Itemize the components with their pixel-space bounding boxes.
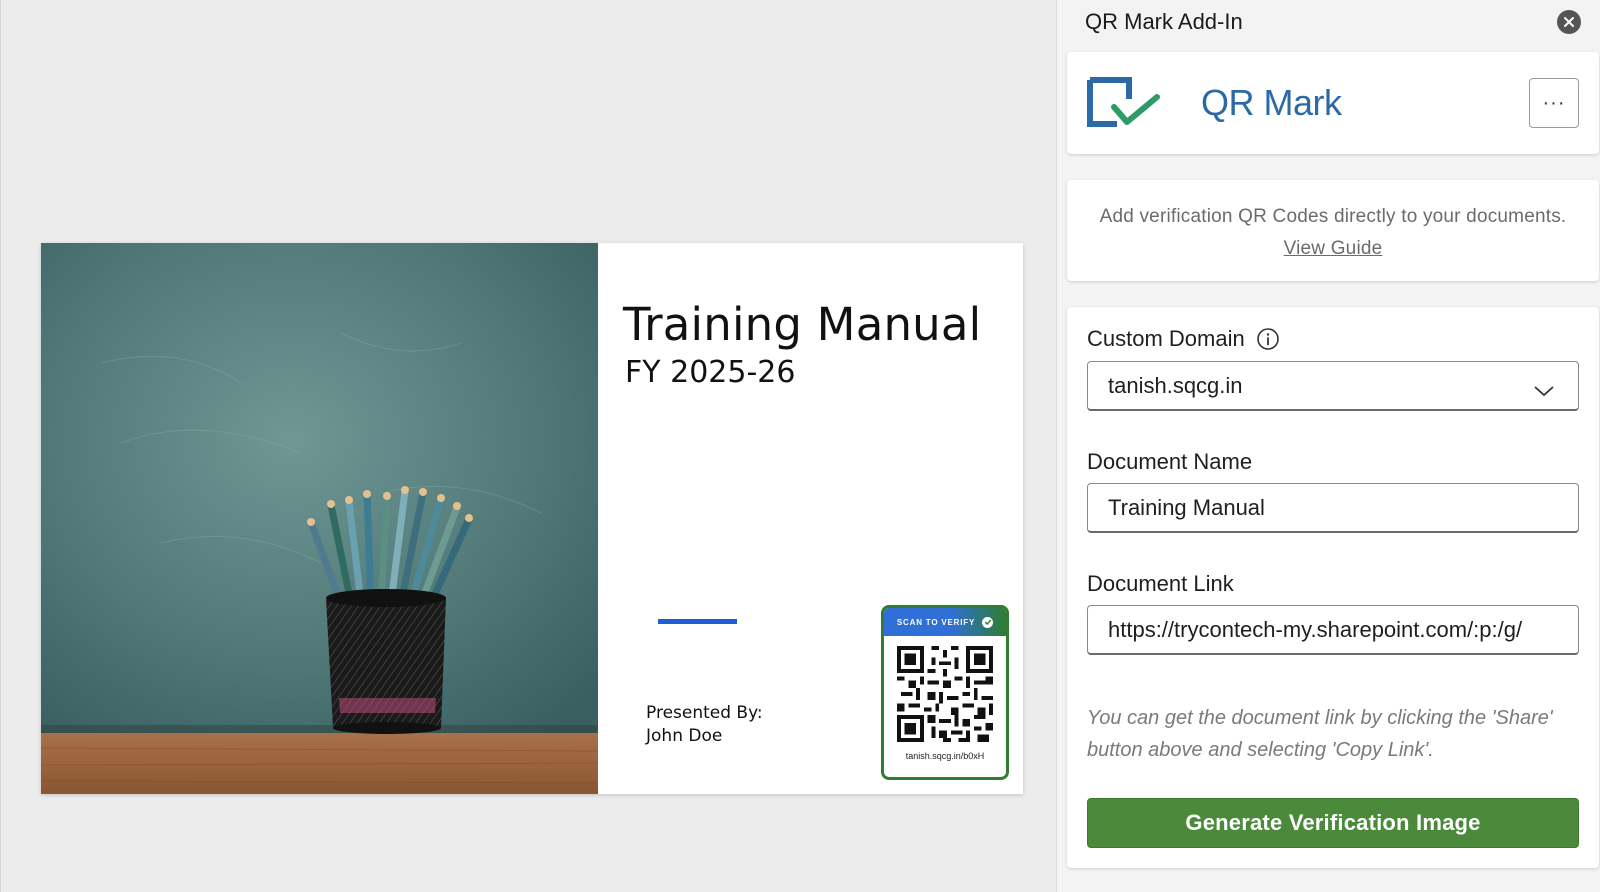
document-link-hint: You can get the document link by clickin… [1087,707,1553,761]
pane-header: QR Mark Add-In [1057,0,1600,46]
slide-photo [41,243,598,794]
custom-domain-value: tanish.sqcg.in [1108,372,1243,398]
custom-domain-dropdown[interactable]: tanish.sqcg.in [1087,361,1579,411]
qr-verification-badge[interactable]: SCAN TO VERIFY tanish.sqcg.in/b0xH [881,605,1009,780]
document-link-input[interactable] [1108,616,1578,643]
chevron-down-icon [1534,378,1554,404]
qr-mark-logo-icon [1087,77,1161,134]
qr-badge-header: SCAN TO VERIFY [884,608,1006,636]
generate-verification-image-button[interactable]: Generate Verification Image [1087,798,1579,848]
slide-title: Training Manual [623,298,982,351]
intro-text: Add verification QR Codes directly to yo… [1097,201,1569,265]
custom-domain-label: Custom Domain [1087,326,1279,352]
slide-accent-rule [658,619,737,624]
slide[interactable]: Training Manual FY 2025-26 Presented By:… [41,243,1023,794]
add-in-task-pane: QR Mark Add-In QR Mark ··· Add verificat… [1056,0,1600,892]
intro-card: Add verification QR Codes directly to yo… [1067,180,1599,281]
qr-form-card: Custom Domain tanish.sqcg.in Document Na… [1067,307,1599,868]
presenter-name: John Doe [646,726,723,746]
qr-badge-url: tanish.sqcg.in/b0xH [905,751,985,761]
document-name-field[interactable] [1087,483,1579,533]
qr-badge-header-text: SCAN TO VERIFY [896,617,976,627]
presented-by: Presented By: John Doe [646,702,763,748]
brand-card: QR Mark ··· [1067,52,1599,154]
view-guide-link[interactable]: View Guide [1284,238,1383,259]
close-icon[interactable] [1557,10,1581,34]
document-name-input[interactable] [1108,494,1578,521]
brand-name: QR Mark [1201,82,1342,123]
slide-subtitle: FY 2025-26 [625,355,796,390]
qr-code [897,646,993,742]
pane-title: QR Mark Add-In [1085,9,1243,34]
more-options-button[interactable]: ··· [1529,78,1579,128]
document-canvas: Training Manual FY 2025-26 Presented By:… [0,0,1056,892]
document-link-label: Document Link [1087,571,1234,596]
intro-description: Add verification QR Codes directly to yo… [1099,206,1567,227]
info-icon[interactable] [1256,327,1280,357]
document-link-field[interactable] [1087,605,1579,655]
custom-domain-label-text: Custom Domain [1087,326,1245,351]
check-circle-icon [982,616,994,628]
document-name-label: Document Name [1087,449,1253,474]
presented-by-label: Presented By: [646,703,763,723]
